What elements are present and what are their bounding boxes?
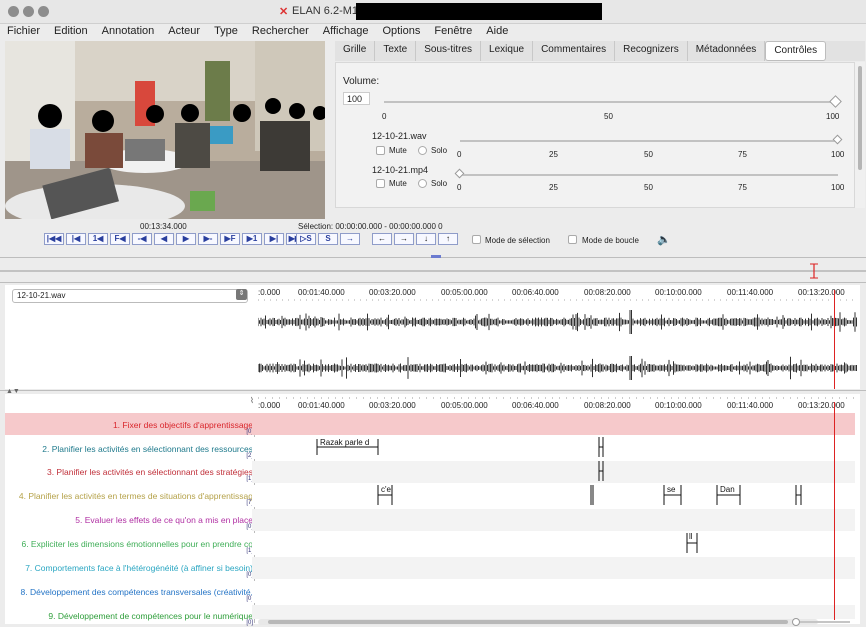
timeline-crosshair [834,402,835,620]
annotation-label-razak[interactable]: Razak parle d [320,438,369,447]
timeline-h-scrollbar[interactable] [258,619,818,625]
zoom-slider-knob[interactable] [792,618,800,626]
annotation-label-dan[interactable]: Dan [720,485,735,494]
timeline-h-scroll-thumb[interactable] [268,620,788,624]
annotation-label-se[interactable]: se [667,485,675,494]
annotation-tier4-end [795,485,802,505]
annotation-tier3 [598,461,604,481]
annotation-tier4-mid [590,485,594,505]
annotation-label-ce[interactable]: c'e [381,485,391,494]
zoom-slider-track[interactable] [800,621,850,623]
annotation-label-tier6[interactable]: ll [689,532,693,541]
annotation-layer [316,437,802,553]
annotation-tier2-b [598,437,604,457]
